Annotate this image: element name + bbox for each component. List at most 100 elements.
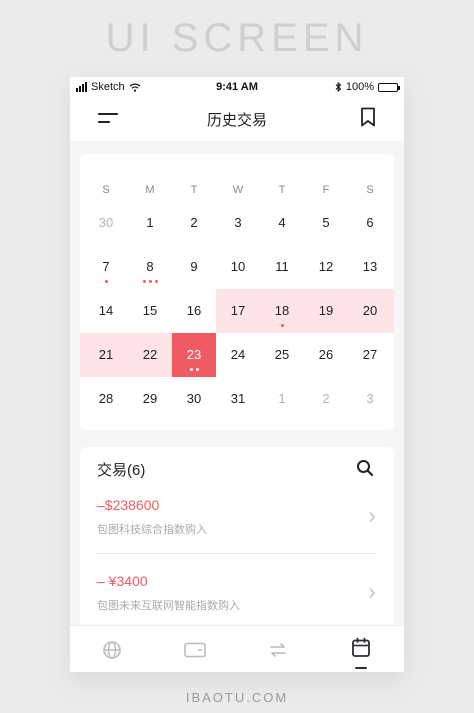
day-number: 6 [366, 215, 374, 230]
calendar-day[interactable]: 10 [216, 245, 260, 289]
phone-screen: Sketch 9:41 AM 100% 历史交易 SMTWTFS 3012 [70, 77, 404, 672]
day-number: 23 [186, 347, 202, 362]
calendar-day[interactable]: 6 [348, 201, 392, 245]
search-icon[interactable] [356, 459, 374, 477]
day-number: 9 [190, 259, 198, 274]
event-dots [172, 368, 216, 371]
transaction-amount: – ¥3400 [97, 573, 148, 589]
transaction-item[interactable]: – ¥3400 包图未来互联网智能指数购入 [80, 573, 394, 627]
bluetooth-icon [335, 82, 342, 92]
calendar-day[interactable]: 2 [304, 377, 348, 421]
day-number: 13 [362, 259, 378, 274]
day-number: 5 [322, 215, 330, 230]
day-number: 2 [322, 391, 330, 406]
day-number: 8 [146, 259, 154, 274]
day-number: 2 [190, 215, 198, 230]
day-number: 25 [274, 347, 290, 362]
poster-title: UI SCREEN [105, 16, 369, 60]
transactions-panel: 交易(6) –$238600 包图科技综合指数购入 – ¥3400 包图未来互联… [80, 447, 394, 627]
calendar-icon [351, 637, 370, 657]
tab-wallet[interactable] [153, 626, 236, 672]
day-number: 19 [318, 303, 334, 318]
calendar-day[interactable]: 25 [260, 333, 304, 377]
day-number: 18 [274, 303, 290, 318]
event-dot [280, 324, 284, 327]
day-number: 28 [98, 391, 114, 406]
day-number: 16 [186, 303, 202, 318]
calendar-day[interactable]: 24 [216, 333, 260, 377]
calendar-day[interactable]: 14 [84, 289, 128, 333]
calendar-day[interactable]: 3 [348, 377, 392, 421]
day-number: 14 [98, 303, 114, 318]
event-dots [128, 280, 172, 283]
calendar-day[interactable]: 29 [128, 377, 172, 421]
calendar-day[interactable]: 1 [260, 377, 304, 421]
calendar-day[interactable]: 4 [260, 201, 304, 245]
transactions-title: 交易(6) [97, 462, 146, 479]
chevron-right-icon [369, 587, 376, 599]
calendar-day[interactable]: 19 [304, 289, 348, 333]
day-number: 20 [362, 303, 378, 318]
calendar-day[interactable]: 27 [348, 333, 392, 377]
page-title: 历史交易 [206, 112, 267, 129]
day-number: 31 [230, 391, 246, 406]
transfer-icon [269, 642, 286, 657]
event-dot [195, 368, 199, 371]
day-number: 26 [318, 347, 334, 362]
calendar-day[interactable]: 20 [348, 289, 392, 333]
tab-globe[interactable] [70, 626, 153, 672]
day-number: 15 [142, 303, 158, 318]
calendar-day[interactable]: 8 [128, 245, 172, 289]
bookmark-icon[interactable] [360, 107, 376, 127]
footer-brand: IBAOTU.COM [185, 690, 289, 705]
tab-bar [70, 625, 404, 672]
calendar-day[interactable]: 26 [304, 333, 348, 377]
day-number: 21 [98, 347, 114, 362]
event-dot [189, 368, 193, 371]
day-number: 27 [362, 347, 378, 362]
calendar-day[interactable]: 30 [172, 377, 216, 421]
globe-icon [102, 640, 121, 659]
event-dots [84, 280, 128, 283]
calendar-day[interactable]: 3 [216, 201, 260, 245]
tab-calendar[interactable] [319, 626, 402, 672]
calendar-day[interactable]: 5 [304, 201, 348, 245]
calendar-day[interactable]: 2 [172, 201, 216, 245]
day-number: 11 [275, 259, 289, 274]
calendar-day[interactable]: 21 [84, 333, 128, 377]
calendar-day[interactable]: 7 [84, 245, 128, 289]
calendar-day[interactable]: 15 [128, 289, 172, 333]
calendar-day[interactable]: 9 [172, 245, 216, 289]
event-dot [142, 280, 146, 283]
day-number: 1 [146, 215, 154, 230]
calendar-day[interactable]: 12 [304, 245, 348, 289]
day-number: 22 [142, 347, 158, 362]
calendar-day[interactable]: 28 [84, 377, 128, 421]
wallet-icon [183, 642, 206, 657]
day-number: 10 [230, 259, 246, 274]
calendar-day[interactable]: 16 [172, 289, 216, 333]
day-number: 12 [318, 259, 334, 274]
calendar-day[interactable]: 22 [128, 333, 172, 377]
calendar-day[interactable]: 18 [260, 289, 304, 333]
calendar-day-selected[interactable]: 23 [172, 333, 216, 377]
day-number: 17 [230, 303, 246, 318]
calendar: SMTWTFS 30 1 2 3 4 5 6 7 8 9 10 11 12 13 14 15 16 17 18 19 2… [80, 154, 394, 430]
battery-percent: 100% [345, 81, 374, 93]
tab-transfer[interactable] [236, 626, 319, 672]
transaction-description: 包图科技综合指数购入 [97, 524, 207, 536]
calendar-day[interactable]: 17 [216, 289, 260, 333]
transaction-amount: –$238600 [97, 497, 160, 513]
status-bar: Sketch 9:41 AM 100% [70, 77, 404, 97]
transaction-item[interactable]: –$238600 包图科技综合指数购入 [80, 497, 394, 569]
nav-bar: 历史交易 [70, 97, 404, 141]
calendar-grid: 30 1 2 3 4 5 6 7 8 9 10 11 12 13 14 15 16 17 18 19 20 21 22 23 2… [80, 154, 394, 430]
calendar-day[interactable]: 13 [348, 245, 392, 289]
calendar-day[interactable]: 31 [216, 377, 260, 421]
calendar-day[interactable]: 11 [260, 245, 304, 289]
event-dot [104, 280, 108, 283]
day-number: 3 [234, 215, 242, 230]
calendar-day[interactable]: 30 [84, 201, 128, 245]
day-number: 29 [142, 391, 158, 406]
calendar-day[interactable]: 1 [128, 201, 172, 245]
